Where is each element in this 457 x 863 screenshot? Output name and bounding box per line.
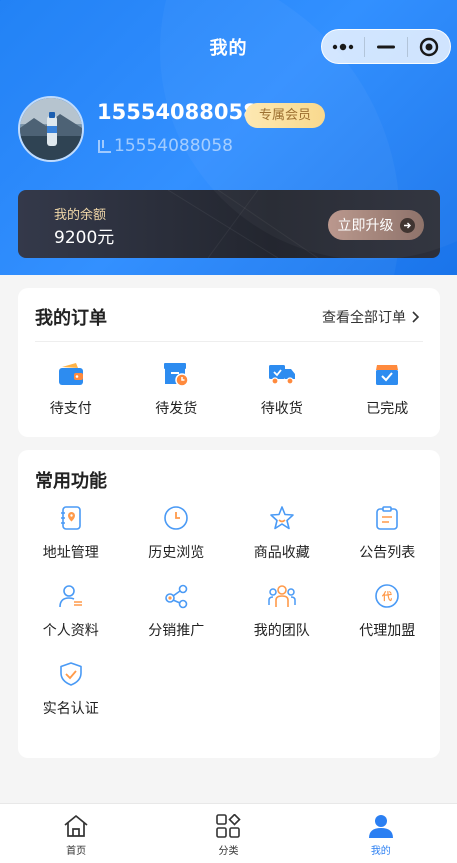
tab-mine[interactable]: 我的	[305, 804, 457, 863]
mini-program-capsule	[321, 29, 451, 64]
avatar[interactable]	[18, 96, 84, 162]
more-button[interactable]	[322, 30, 364, 63]
function-verification[interactable]: 实名认证	[18, 660, 124, 718]
functions-title: 常用功能	[35, 471, 107, 492]
id-icon	[98, 140, 111, 153]
order-to-receive[interactable]: 待收货	[229, 360, 335, 418]
category-icon	[216, 814, 242, 838]
chevron-right-icon	[412, 311, 420, 323]
order-pending-payment[interactable]: 待支付	[18, 360, 124, 418]
sub-phone: 15554088058	[114, 136, 233, 156]
truck-icon	[268, 360, 296, 388]
upgrade-button[interactable]: 立即升级	[328, 210, 424, 240]
target-icon	[419, 37, 439, 56]
function-team[interactable]: 我的团队	[229, 582, 335, 640]
function-history[interactable]: 历史浏览	[124, 504, 230, 562]
function-notices[interactable]: 公告列表	[335, 504, 441, 562]
shield-check-icon	[57, 660, 85, 688]
orders-title: 我的订单	[35, 308, 107, 329]
svg-text:代: 代	[381, 590, 392, 603]
share-icon	[162, 582, 190, 610]
upgrade-label: 立即升级	[337, 218, 394, 234]
bottom-tabbar: 首页 分类 我的	[0, 803, 457, 863]
function-favorites[interactable]: 商品收藏	[229, 504, 335, 562]
balance-card: 我的余额 9200元 立即升级	[18, 190, 440, 258]
agent-icon: 代	[373, 582, 401, 610]
balance-value: 9200元	[54, 228, 115, 248]
minimize-icon	[377, 45, 395, 48]
clipboard-icon	[373, 504, 401, 532]
arrow-right-icon	[399, 217, 415, 233]
function-promotion[interactable]: 分销推广	[124, 582, 230, 640]
tab-category[interactable]: 分类	[152, 804, 304, 863]
orders-card: 我的订单 查看全部订单 待支付 待发货 待收货 已完成	[18, 288, 440, 437]
vip-badge: 专属会员	[245, 103, 325, 128]
functions-card: 常用功能 地址管理 历史浏览 商品收藏 公告列表 个人资料 分销推广 我的团队 …	[18, 450, 440, 758]
box-clock-icon	[162, 360, 190, 388]
wallet-icon	[57, 360, 85, 388]
function-address[interactable]: 地址管理	[18, 504, 124, 562]
sub-phone-line: 15554088058	[97, 136, 233, 156]
profile-header: 我的 15554088058 专属会员 15554088058 我的余额 920…	[0, 0, 457, 275]
home-icon	[64, 815, 88, 837]
box-check-icon	[373, 360, 401, 388]
balance-label: 我的余额	[54, 208, 107, 223]
minimize-button[interactable]	[365, 30, 407, 63]
address-icon	[57, 504, 85, 532]
page-title: 我的	[209, 38, 248, 59]
function-profile[interactable]: 个人资料	[18, 582, 124, 640]
clock-icon	[162, 504, 190, 532]
see-all-orders-link[interactable]: 查看全部订单	[322, 307, 420, 327]
team-icon	[268, 582, 296, 610]
more-dots-icon	[332, 43, 354, 50]
order-to-ship[interactable]: 待发货	[124, 360, 230, 418]
function-agent[interactable]: 代 代理加盟	[335, 582, 441, 640]
avatar-image	[20, 98, 82, 160]
user-phone: 15554088058	[97, 100, 258, 124]
user-profile-icon	[57, 582, 85, 610]
tab-home[interactable]: 首页	[0, 804, 152, 863]
see-all-label: 查看全部订单	[322, 310, 406, 326]
user-icon	[368, 815, 393, 838]
star-icon	[268, 504, 296, 532]
order-completed[interactable]: 已完成	[335, 360, 441, 418]
close-button[interactable]	[408, 30, 450, 63]
